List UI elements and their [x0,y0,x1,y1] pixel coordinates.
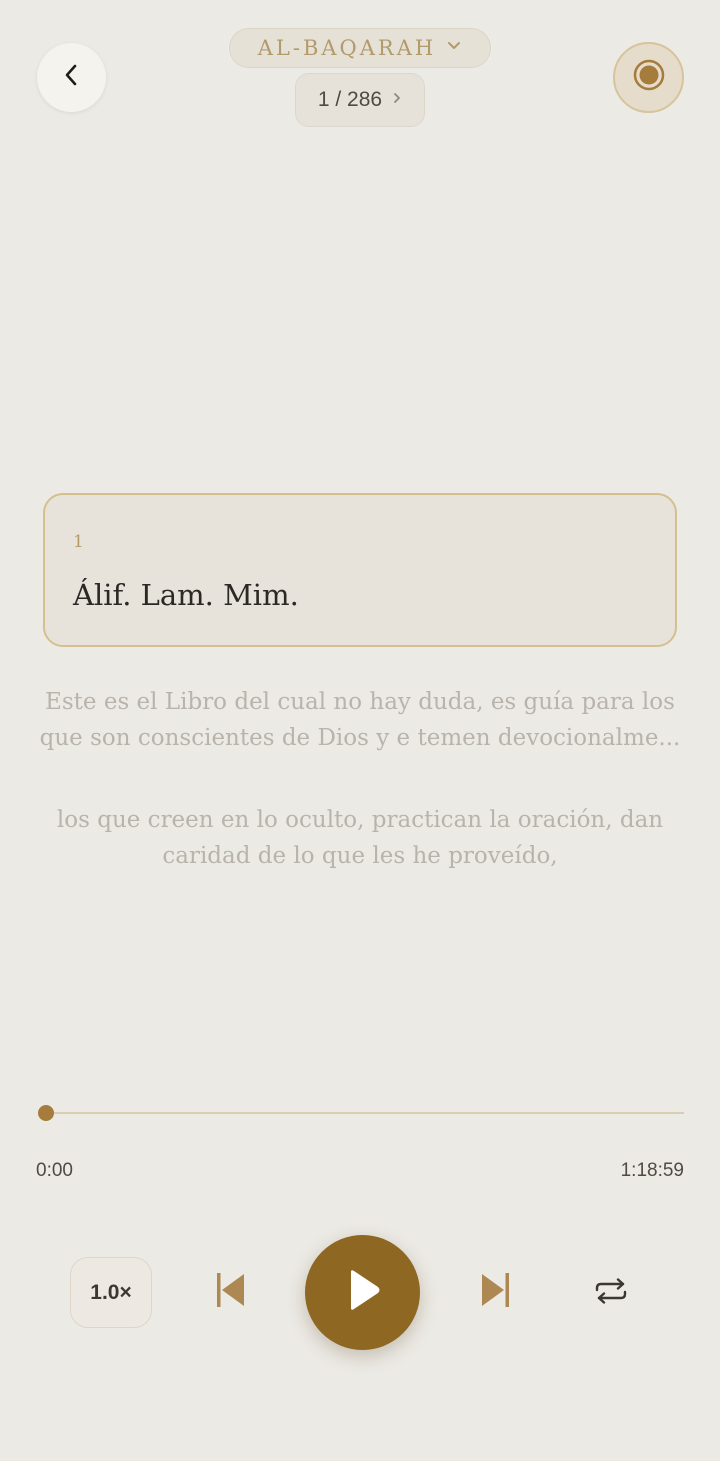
next-button[interactable] [474,1270,518,1314]
upcoming-verse-line: Este es el Libro del cual no hay duda, e… [45,689,675,715]
play-button[interactable] [305,1235,420,1350]
record-button[interactable] [613,42,684,113]
verse-counter: 1 / 286 [317,88,383,111]
upcoming-verse[interactable]: los que creen en lo oculto, practican la… [30,802,690,874]
back-button[interactable] [37,43,106,112]
verse-number: 1 [73,532,84,552]
verse-selector[interactable]: 1 / 286 [295,73,425,127]
chevron-right-icon [392,91,402,110]
upcoming-verse-line: los que creen en lo oculto, practican la… [56,807,664,833]
repeat-button[interactable] [588,1272,634,1314]
progress-track[interactable] [46,1112,684,1114]
playback-speed-button[interactable]: 1.0× [70,1257,152,1328]
current-verse-card[interactable] [43,493,677,647]
surah-name: AL-BAQARAH [257,36,437,60]
play-icon [343,1268,383,1317]
chevron-left-icon [62,62,82,93]
chevron-down-icon [446,39,462,57]
surah-selector[interactable]: AL-BAQARAH [229,28,491,68]
skip-next-icon [479,1271,513,1314]
upcoming-verse[interactable]: Este es el Libro del cual no hay duda, e… [30,684,690,756]
record-icon [632,58,666,97]
current-time: 0:00 [36,1160,73,1181]
verse-text: Álif. Lam. Mim. [73,578,299,612]
upcoming-verse-line: caridad de lo que les he proveído, [162,843,558,869]
previous-button[interactable] [208,1270,252,1314]
repeat-icon [594,1277,628,1309]
progress-thumb[interactable] [38,1105,54,1121]
total-time: 1:18:59 [620,1160,684,1181]
upcoming-verse-line: que son conscientes de Dios y e temen de… [39,725,681,751]
skip-previous-icon [213,1271,247,1314]
